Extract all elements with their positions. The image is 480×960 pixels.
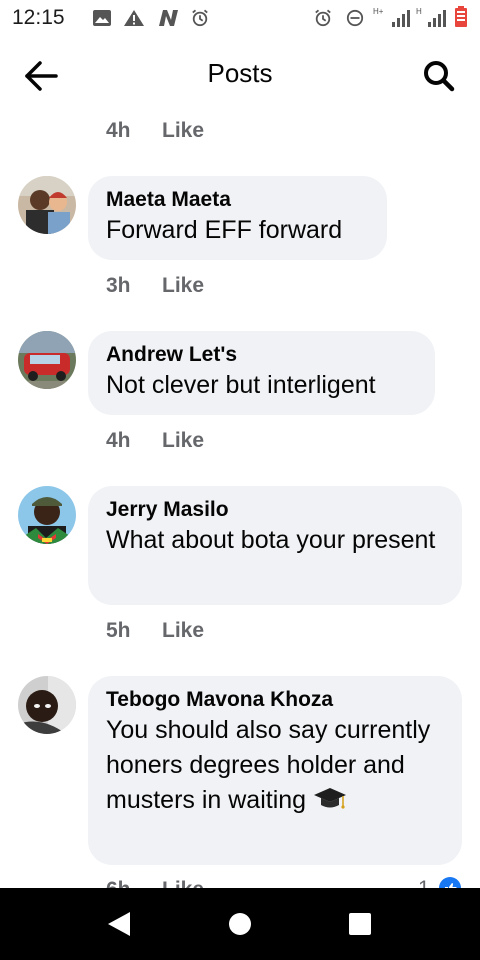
alarm-icon	[192, 9, 208, 27]
gallery-icon	[93, 10, 111, 26]
comment-text-content: You should also say currently honers deg…	[106, 716, 431, 814]
comments-list: 4h Like Maeta Maeta Forward EFF forward …	[0, 112, 480, 888]
comment-bubble[interactable]: Andrew Let's Not clever but interligent	[88, 331, 435, 415]
comment-time: 5h	[106, 619, 131, 642]
avatar[interactable]	[18, 486, 76, 544]
comment-author[interactable]: Tebogo Mavona Khoza	[106, 687, 444, 713]
avatar[interactable]	[18, 176, 76, 234]
like-button[interactable]: Like	[162, 429, 204, 453]
avatar[interactable]	[18, 676, 76, 734]
like-button[interactable]: Like	[162, 119, 204, 143]
app-header: Posts	[0, 38, 480, 112]
signal-h-icon	[428, 10, 446, 27]
comment-author[interactable]: Maeta Maeta	[106, 187, 369, 213]
comment-text: Not clever but interligent	[106, 371, 376, 399]
comment-text: Forward EFF forward	[106, 216, 343, 244]
like-button[interactable]: Like	[162, 274, 204, 298]
comment-bubble[interactable]: Tebogo Mavona Khoza You should also say …	[88, 676, 462, 865]
nav-back-icon[interactable]	[102, 906, 138, 942]
comment-author[interactable]: Jerry Masilo	[106, 497, 444, 523]
like-button[interactable]: Like	[162, 878, 204, 888]
page-title: Posts	[207, 58, 273, 88]
reaction-summary[interactable]: 1	[418, 877, 461, 888]
search-icon	[424, 61, 455, 92]
status-time: 12:15	[12, 6, 65, 29]
warning-icon	[124, 10, 144, 26]
comment-author[interactable]: Andrew Let's	[106, 342, 417, 368]
like-reaction-icon	[439, 877, 461, 888]
alarm-icon	[315, 9, 331, 27]
nav-recents-icon[interactable]	[342, 906, 378, 942]
comment-bubble[interactable]: Maeta Maeta Forward EFF forward	[88, 176, 387, 260]
comment-bubble[interactable]: Jerry Masilo What about bota your presen…	[88, 486, 462, 605]
graduation-cap-icon	[314, 788, 347, 809]
battery-low-icon	[455, 6, 467, 27]
avatar[interactable]	[18, 331, 76, 389]
do-not-disturb-icon	[346, 9, 364, 27]
nav-home-icon[interactable]	[222, 906, 258, 942]
comment-time: 4h	[106, 119, 131, 142]
n-app-icon	[159, 10, 178, 26]
search-button[interactable]	[420, 58, 460, 94]
system-nav-bar	[0, 888, 480, 960]
status-bar: 12:15 H+ H	[0, 0, 480, 38]
reaction-count: 1	[418, 877, 430, 888]
comment-text: What about bota your present	[106, 526, 436, 554]
comment-text: You should also say currently honers deg…	[106, 713, 444, 818]
signal-h-plus-icon	[392, 10, 410, 27]
like-button[interactable]: Like	[162, 619, 204, 643]
comment-time: 3h	[106, 274, 131, 297]
comment-time: 4h	[106, 429, 131, 452]
comment-time: 6h	[106, 878, 131, 888]
